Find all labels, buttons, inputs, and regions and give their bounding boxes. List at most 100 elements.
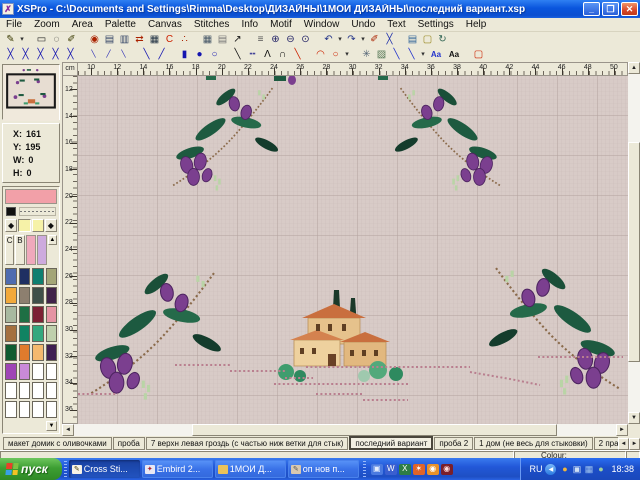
hide-icons-chevron[interactable]: ◀: [545, 464, 556, 475]
menu-item[interactable]: Palette: [99, 18, 142, 31]
scroll-up-button[interactable]: ▲: [628, 62, 640, 74]
toolbar-button[interactable]: ▥: [117, 33, 132, 46]
close-button[interactable]: ✕: [621, 2, 638, 16]
toolbar-button[interactable]: ▭: [34, 33, 49, 46]
tray-icon[interactable]: ▦: [583, 464, 594, 475]
palette-swatch[interactable]: [32, 344, 44, 361]
tray-icon[interactable]: ●: [595, 464, 606, 475]
palette-scroll-down[interactable]: ▼: [46, 421, 57, 431]
quick-launch-icon[interactable]: ◉: [427, 464, 439, 475]
mark-button[interactable]: ◆: [5, 219, 17, 232]
menu-item[interactable]: Settings: [412, 18, 460, 31]
scroll-left-button[interactable]: ◄: [62, 424, 74, 436]
scroll-down-button[interactable]: ▼: [628, 412, 640, 424]
palette-swatch[interactable]: [5, 306, 17, 323]
toolbar-button[interactable]: ▾: [359, 33, 367, 46]
palette-swatch[interactable]: [19, 325, 31, 342]
current-colour-swatch[interactable]: [5, 189, 57, 204]
no-colour-swatch[interactable]: [19, 207, 56, 216]
palette-swatch[interactable]: [19, 401, 31, 418]
title-bar[interactable]: ✗ XSPro - C:\Documents and Settings\Rimm…: [0, 0, 640, 18]
mark-button[interactable]: [18, 219, 30, 232]
stitch-tool-button[interactable]: ╳: [18, 48, 33, 61]
palette-swatch[interactable]: [46, 268, 58, 285]
stitch-tool-button[interactable]: Aa: [445, 48, 463, 61]
toolbar-button[interactable]: ⊕: [268, 33, 283, 46]
stitch-tool-button[interactable]: ▮: [177, 48, 192, 61]
quick-launch-icon[interactable]: X: [399, 464, 411, 475]
menu-item[interactable]: Motif: [264, 18, 298, 31]
palette-swatch[interactable]: [5, 325, 17, 342]
toolbar-button[interactable]: ✎: [3, 33, 18, 46]
toolbar-button[interactable]: ↶: [321, 33, 336, 46]
back-thread-strip[interactable]: [37, 235, 47, 265]
toolbar-button[interactable]: ⇄: [132, 33, 147, 46]
menu-item[interactable]: Zoom: [28, 18, 66, 31]
palette-swatch[interactable]: [32, 268, 44, 285]
tray-icon[interactable]: ●: [559, 464, 570, 475]
palette-swatch[interactable]: [32, 363, 44, 380]
stitch-tool-button[interactable]: ╲: [389, 48, 404, 61]
menu-item[interactable]: Help: [460, 18, 493, 31]
mark-button[interactable]: ◆: [45, 219, 57, 232]
quick-launch-icon[interactable]: ✶: [413, 464, 425, 475]
taskbar-task-button[interactable]: ✎ Cross Sti...: [69, 460, 140, 478]
palette-swatch[interactable]: [19, 268, 31, 285]
stitch-tool-button[interactable]: ╳: [33, 48, 48, 61]
palette-swatch[interactable]: [46, 287, 58, 304]
palette-swatch[interactable]: [32, 306, 44, 323]
palette-swatch[interactable]: [32, 325, 44, 342]
stitch-tool-button[interactable]: ╱: [101, 48, 116, 61]
palette-swatch[interactable]: [46, 401, 58, 418]
palette-swatch[interactable]: [46, 382, 58, 399]
pattern-tab[interactable]: макет домик с оливочками: [3, 437, 112, 450]
stitch-tool-button[interactable]: ╳: [48, 48, 63, 61]
stitch-tool-button[interactable]: ∩: [275, 48, 290, 61]
menu-item[interactable]: Text: [381, 18, 411, 31]
menu-item[interactable]: Info: [235, 18, 264, 31]
palette-swatch[interactable]: [32, 401, 44, 418]
palette-swatch[interactable]: [5, 344, 17, 361]
tray-icon[interactable]: ▣: [571, 464, 582, 475]
horizontal-scroll-thumb[interactable]: [192, 424, 557, 436]
toolbar-button[interactable]: ≡: [253, 33, 268, 46]
toolbar-button[interactable]: ▤: [215, 33, 230, 46]
toolbar-button[interactable]: ▦: [147, 33, 162, 46]
palette-swatch[interactable]: [46, 306, 58, 323]
tab-scroll-left-button[interactable]: ◄: [618, 438, 629, 450]
toolbar-button[interactable]: ⊖: [283, 33, 298, 46]
stitch-tool-button[interactable]: ▾: [419, 48, 427, 61]
pattern-tab[interactable]: проба 2: [434, 437, 473, 450]
palette-swatch[interactable]: [32, 382, 44, 399]
stitch-tool-button[interactable]: ╳: [3, 48, 18, 61]
taskbar-task-button[interactable]: ✎ оп нов п...: [288, 460, 359, 478]
toolbar-button[interactable]: ▤: [405, 33, 420, 46]
stitch-tool-button[interactable]: ▾: [343, 48, 351, 61]
tab-scroll-right-button[interactable]: ►: [629, 438, 640, 450]
front-thread-strip[interactable]: [26, 235, 36, 265]
quick-launch-icon[interactable]: ◉: [441, 464, 453, 475]
stitch-tool-button[interactable]: Aa: [427, 48, 445, 61]
stitch-tool-button[interactable]: ▢: [471, 48, 486, 61]
vertical-scrollbar[interactable]: ▲ ▼: [628, 62, 640, 424]
palette-swatch[interactable]: [19, 287, 31, 304]
menu-item[interactable]: Canvas: [142, 18, 188, 31]
toolbar-button[interactable]: ↷: [344, 33, 359, 46]
quick-launch-icon[interactable]: ▣: [371, 464, 383, 475]
toolbar-button[interactable]: ▤: [102, 33, 117, 46]
toolbar-button[interactable]: ▾: [18, 33, 26, 46]
stitch-tool-button[interactable]: ◠: [313, 48, 328, 61]
palette-swatch[interactable]: [5, 268, 17, 285]
stitch-tool-button[interactable]: ✳: [359, 48, 374, 61]
stitch-tool-button[interactable]: ╍: [245, 48, 260, 61]
menu-item[interactable]: File: [0, 18, 28, 31]
design-canvas[interactable]: [78, 76, 628, 424]
stitch-tool-button[interactable]: ╲: [139, 48, 154, 61]
stitch-tool-button[interactable]: ╲: [230, 48, 245, 61]
palette-swatch[interactable]: [46, 325, 58, 342]
menu-item[interactable]: Undo: [345, 18, 381, 31]
quick-launch-icon[interactable]: W: [385, 464, 397, 475]
toolbar-button[interactable]: ✐: [367, 33, 382, 46]
black-colour-swatch[interactable]: [6, 207, 16, 216]
toolbar-button[interactable]: ✐: [64, 33, 79, 46]
